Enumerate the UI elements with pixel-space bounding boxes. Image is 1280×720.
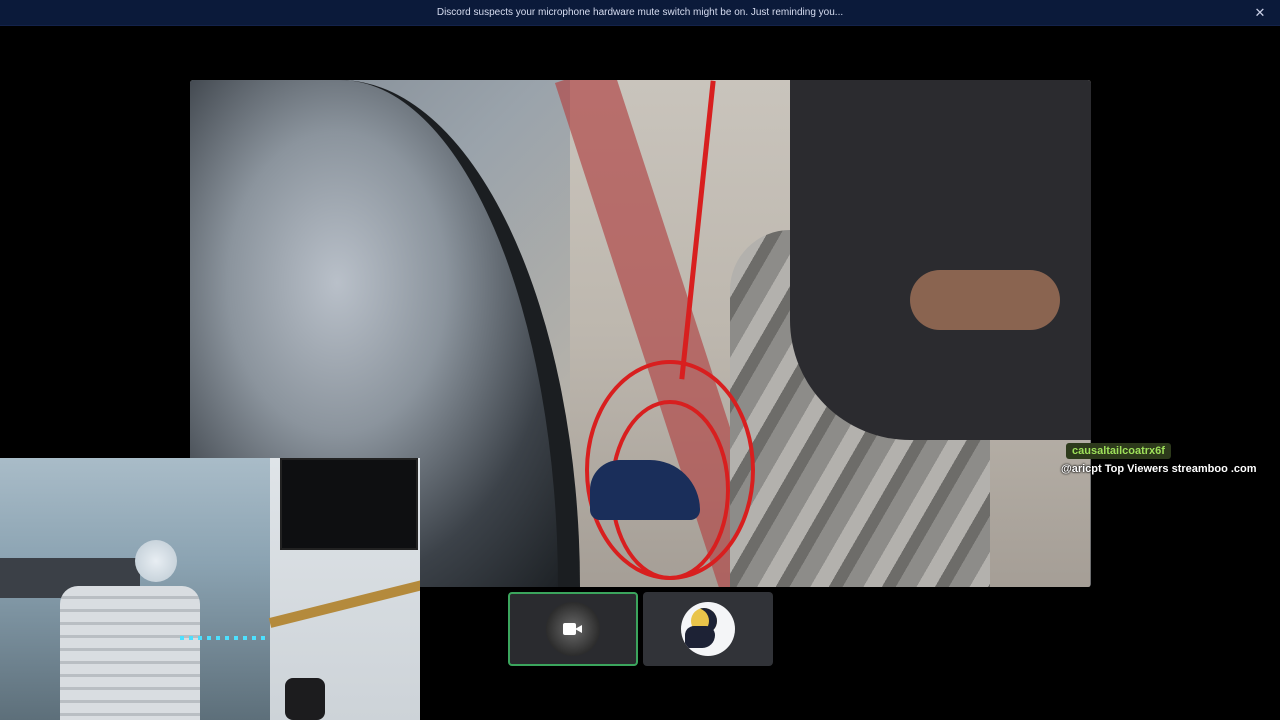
moon-avatar [681, 602, 735, 656]
video-scene-hand [910, 270, 1060, 330]
webcam-chair [60, 586, 200, 720]
participant-avatar [546, 602, 600, 656]
stream-overlay-username: causaltailcoatrx6f [1066, 443, 1171, 459]
webcam-overlay [0, 458, 420, 720]
video-scene-person-jacket [790, 80, 1091, 440]
stream-overlay-caption: @aricpt Top Viewers streamboo .com [1061, 463, 1257, 475]
participant-tile-camera[interactable] [508, 592, 638, 666]
notice-banner: Discord suspects your microphone hardwar… [0, 0, 1280, 26]
webcam-lamp [135, 540, 177, 582]
call-stage: causaltailcoatrx6f @aricpt Top Viewers s… [0, 26, 1280, 720]
avatar-figure [685, 626, 715, 648]
participant-tile-avatar[interactable] [643, 592, 773, 666]
close-icon[interactable]: ✕ [1252, 5, 1268, 21]
webcam-led-strip [180, 636, 270, 640]
webcam-tv [280, 458, 418, 550]
video-camera-icon [563, 622, 583, 636]
notice-message: Discord suspects your microphone hardwar… [436, 7, 844, 18]
webcam-microphone [285, 678, 325, 720]
